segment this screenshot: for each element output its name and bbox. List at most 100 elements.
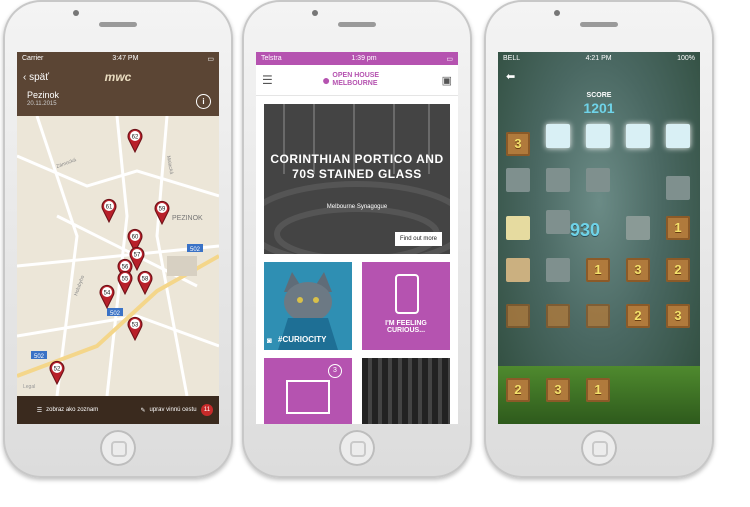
- list-view-label: zobraz ako zoznam: [46, 407, 99, 413]
- town-label: PEZINOK: [172, 215, 203, 222]
- tile-empty[interactable]: [506, 168, 530, 192]
- back-button[interactable]: ‹ späť: [23, 72, 49, 83]
- score-value: 1201: [583, 100, 615, 116]
- hand-number: 3: [554, 382, 562, 397]
- app-logo: ● OPEN HOUSE MELBOURNE: [322, 72, 392, 88]
- map-pin[interactable]: 52: [49, 360, 65, 386]
- tile-number: 1: [594, 262, 602, 277]
- map-view[interactable]: 502 502 502 PEZINOK Zámocká Malacká Holu…: [17, 115, 219, 397]
- tile-wood[interactable]: 2: [626, 304, 650, 328]
- map-pin-label: 57: [134, 253, 141, 259]
- tile-empty[interactable]: [546, 258, 570, 282]
- tile-empty[interactable]: [546, 210, 570, 234]
- map-count-badge: 3: [328, 364, 342, 378]
- tile-number: 2: [674, 262, 682, 277]
- mask-icon[interactable]: [506, 216, 530, 240]
- hand-tile[interactable]: 3: [546, 378, 570, 402]
- carrier-label: BELL: [503, 55, 521, 62]
- phone-frame-2: Telstra 1:39 pm ▭ ☰ ● OPEN HOUSE MELBOUR…: [242, 0, 472, 478]
- list-view-button[interactable]: ☰ zobraz ako zoznam: [17, 396, 118, 424]
- map-pin[interactable]: 53: [127, 316, 143, 342]
- home-button[interactable]: [581, 430, 617, 466]
- tile-empty[interactable]: [546, 168, 570, 192]
- tile-wood[interactable]: 3: [666, 304, 690, 328]
- folded-map-icon: [286, 380, 330, 414]
- tile-sand[interactable]: [506, 258, 530, 282]
- tile-ice[interactable]: [666, 124, 690, 148]
- tile-wood[interactable]: 3: [506, 132, 530, 156]
- tile-wood[interactable]: 1: [666, 216, 690, 240]
- back-arrow-icon[interactable]: ⬅: [506, 70, 515, 83]
- tile-ice[interactable]: [546, 124, 570, 148]
- tile-wood[interactable]: [546, 304, 570, 328]
- hero-card[interactable]: CORINTHIAN PORTICO AND 70S STAINED GLASS…: [264, 104, 450, 254]
- map-pin[interactable]: 61: [101, 198, 117, 224]
- tile-ice[interactable]: [626, 124, 650, 148]
- tile-ice[interactable]: [586, 124, 610, 148]
- hand-number: 2: [514, 382, 522, 397]
- tile-number: 3: [674, 308, 682, 323]
- map-pin-label: 60: [132, 235, 139, 241]
- tile-wood[interactable]: 2: [666, 258, 690, 282]
- map-pin-label: 58: [142, 277, 149, 283]
- battery-icon: ▭: [207, 55, 214, 63]
- hand-number: 1: [594, 382, 602, 397]
- time-label: 4:21 PM: [585, 55, 612, 62]
- place-date: 20.11.2015: [27, 101, 57, 107]
- hamburger-menu-icon[interactable]: ☰: [262, 73, 273, 87]
- status-bar: Telstra 1:39 pm ▭: [256, 52, 458, 65]
- tile-map[interactable]: 3: [264, 358, 352, 424]
- tile-wood[interactable]: [506, 304, 530, 328]
- tile-photo[interactable]: [362, 358, 450, 424]
- info-button[interactable]: i: [196, 94, 211, 109]
- map-pin-label: 59: [159, 207, 166, 213]
- tile-feeling-curious[interactable]: I'M FEELING CURIOUS...: [362, 262, 450, 350]
- home-button[interactable]: [339, 430, 375, 466]
- list-icon: ☰: [36, 407, 43, 414]
- tile-empty[interactable]: [586, 168, 610, 192]
- road-label-1: 502: [190, 247, 201, 253]
- app-logo: mwc: [104, 70, 132, 84]
- logo-text: OPEN HOUSE MELBOURNE: [332, 72, 380, 87]
- map-pin[interactable]: 58: [137, 270, 153, 296]
- tile-number: 3: [634, 262, 642, 277]
- tile-wood[interactable]: [586, 304, 610, 328]
- road-sign-2: 502: [107, 308, 123, 317]
- place-name: Pezinok: [27, 90, 60, 100]
- hand-tile[interactable]: 1: [586, 378, 610, 402]
- home-button[interactable]: [100, 430, 136, 466]
- tile-number: 3: [514, 136, 522, 151]
- map-legal: Legal: [23, 384, 35, 390]
- tile-empty[interactable]: [666, 176, 690, 200]
- tile-wood[interactable]: 1: [586, 258, 610, 282]
- carrier-label: Telstra: [261, 55, 282, 62]
- carrier-label: Carrier: [22, 55, 44, 62]
- front-camera: [73, 10, 79, 16]
- road-sign-1: 502: [187, 244, 203, 253]
- footer-bar: ☰ zobraz ako zoznam ✎ uprav vinnú cestu 11: [17, 396, 219, 424]
- phone-icon: [395, 274, 419, 314]
- hero-title: CORINTHIAN PORTICO AND 70S STAINED GLASS: [270, 152, 444, 181]
- map-pin[interactable]: 54: [99, 284, 115, 310]
- tile-curiocity[interactable]: #CURIOCITY ◙: [264, 262, 352, 350]
- tile-wood[interactable]: 3: [626, 258, 650, 282]
- map-pin-label: 52: [54, 367, 61, 373]
- street-label-2: Malacká: [165, 155, 174, 175]
- tile-curiocity-label: #CURIOCITY: [278, 335, 327, 344]
- front-camera: [554, 10, 560, 16]
- nav-bar: ‹ späť mwc: [17, 66, 219, 88]
- combo-points: 930: [570, 220, 601, 240]
- road-sign-3: 502: [31, 351, 47, 360]
- app-header: ☰ ● OPEN HOUSE MELBOURNE ▣: [256, 65, 458, 96]
- map-pin[interactable]: 62: [127, 128, 143, 154]
- find-out-more-button[interactable]: Find out more: [394, 232, 442, 246]
- status-bar: Carrier 3:47 PM ▭: [17, 52, 219, 65]
- screen-open-house: Telstra 1:39 pm ▭ ☰ ● OPEN HOUSE MELBOUR…: [256, 52, 458, 424]
- hand-tile[interactable]: 2: [506, 378, 530, 402]
- screen-wine-map: Carrier 3:47 PM ▭ ‹ späť mwc Pezinok 20.…: [17, 52, 219, 424]
- screen-puzzle-game: BELL 4:21 PM 100% ⬅ SCORE 1201 3 1 930 1…: [498, 52, 700, 424]
- gallery-icon[interactable]: ▣: [442, 74, 452, 87]
- speaker-grille: [99, 22, 137, 27]
- map-pin-icon: ●: [321, 72, 331, 88]
- time-label: 1:39 pm: [351, 55, 377, 62]
